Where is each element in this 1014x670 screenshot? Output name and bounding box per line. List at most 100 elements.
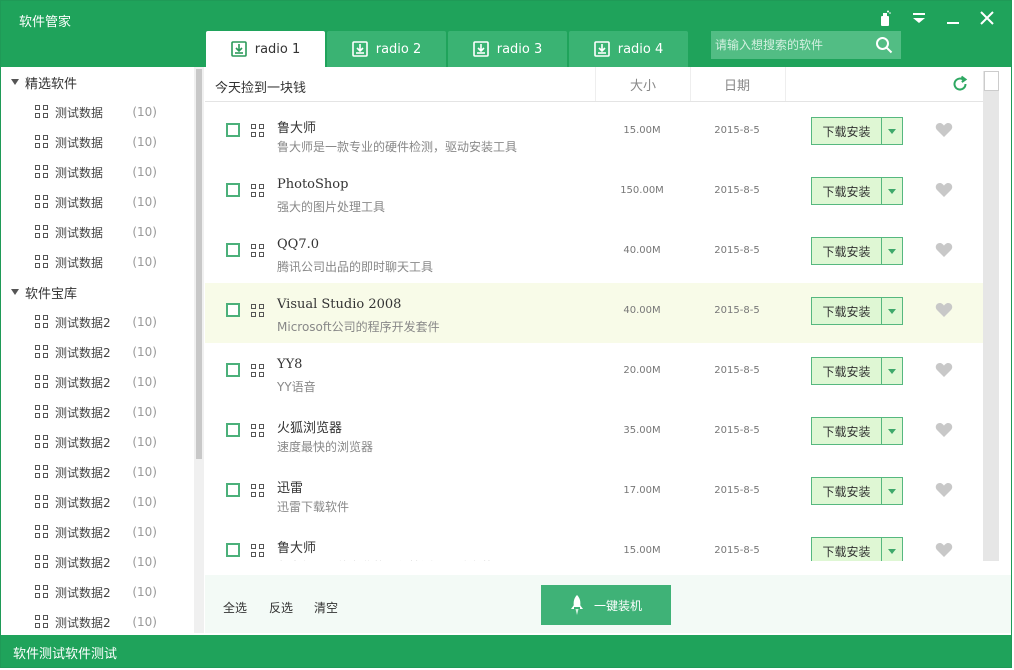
software-row[interactable]: PhotoShop 强大的图片处理工具 150.00M 2015-8-5 下载安装 [205,163,983,223]
favorite-heart-icon[interactable] [935,182,953,198]
main-panel: 今天捡到一块钱 大小 日期 鲁大师 鲁大师是一款专业的硬件检测，驱动安装工具 15.… [205,67,1011,633]
sidebar-item[interactable]: 测试数据 (10) [5,127,193,157]
row-checkbox[interactable] [226,243,240,257]
one-click-install-button[interactable]: 一键装机 [541,585,671,625]
download-install-button[interactable]: 下载安装 [811,537,903,561]
download-install-button[interactable]: 下载安装 [811,297,903,325]
software-size: 15.00M [623,125,661,136]
sidebar-item[interactable]: 测试数据2 (10) [5,457,193,487]
software-row[interactable]: 鲁大师鲁大师是一款专业的硬件检测，驱动安装工具 15.00M 2015-8-5 下载安… [205,103,983,163]
list-header: 今天捡到一块钱 大小 日期 [205,67,985,102]
app-grid-icon [35,375,49,389]
sidebar-item[interactable]: 测试数据 (10) [5,97,193,127]
row-checkbox[interactable] [226,123,240,137]
software-row[interactable]: QQ7.0 腾讯公司出品的即时聊天工具 40.00M 2015-8-5 下载安装 [205,223,983,283]
sidebar-item[interactable]: 测试数据2 (10) [5,307,193,337]
software-description: Microsoft公司的程序开发套件 [277,320,440,334]
row-checkbox[interactable] [226,183,240,197]
row-checkbox[interactable] [226,303,240,317]
sidebar-item[interactable]: 测试数据2 (10) [5,517,193,547]
software-name: QQ7.0 [277,237,319,252]
software-row[interactable]: YY8 YY语音 20.00M 2015-8-5 下载安装 [205,343,983,403]
scrollbar-thumb[interactable] [984,71,999,91]
column-size[interactable]: 大小 [595,67,691,101]
software-name: 鲁大师 [277,121,317,136]
sidebar-item[interactable]: 测试数据2 (10) [5,577,193,607]
favorite-heart-icon[interactable] [935,122,953,138]
favorite-heart-icon[interactable] [935,362,953,378]
favorite-heart-icon[interactable] [935,482,953,498]
close-button[interactable] [973,7,1001,29]
sidebar-item-count: (10) [132,135,157,149]
sidebar-item-count: (10) [132,315,157,329]
sidebar-scrollbar[interactable] [194,67,204,633]
software-row[interactable]: 火狐浏览器 速度最快的浏览器 35.00M 2015-8-5 下载安装 [205,403,983,463]
sidebar-section-featured[interactable]: 精选软件 [5,67,193,97]
software-row[interactable]: 迅雷 迅雷下载软件 17.00M 2015-8-5 下载安装 [205,463,983,523]
dropdown-arrow-icon[interactable] [882,418,902,444]
download-install-button[interactable]: 下载安装 [811,117,903,145]
search-icon[interactable] [875,36,893,54]
row-checkbox[interactable] [226,423,240,437]
tab-radio-4[interactable]: radio 4 [569,31,688,67]
favorite-heart-icon[interactable] [935,242,953,258]
dropdown-arrow-icon[interactable] [882,178,902,204]
menu-button[interactable] [905,7,933,29]
dropdown-arrow-icon[interactable] [882,538,902,561]
sidebar-section-library[interactable]: 软件宝库 [5,277,193,307]
menu-down-icon [913,13,925,23]
sidebar-item[interactable]: 测试数据2 (10) [5,487,193,517]
download-install-button[interactable]: 下载安装 [811,417,903,445]
scrollbar-thumb[interactable] [196,69,202,459]
sidebar-item[interactable]: 测试数据2 (10) [5,367,193,397]
tab-radio-1[interactable]: radio 1 [206,31,325,67]
favorite-heart-icon[interactable] [935,302,953,318]
invert-selection-link[interactable]: 反选 [269,599,293,616]
sidebar-item[interactable]: 测试数据2 (10) [5,547,193,577]
dropdown-arrow-icon[interactable] [882,298,902,324]
sidebar-item-label: 测试数据2 [55,315,111,330]
refresh-icon[interactable] [951,75,969,93]
row-checkbox[interactable] [226,543,240,557]
sidebar-item[interactable]: 测试数据2 (10) [5,607,193,633]
app-grid-icon [35,555,49,569]
download-install-button[interactable]: 下载安装 [811,477,903,505]
sidebar-item[interactable]: 测试数据 (10) [5,187,193,217]
sidebar-item[interactable]: 测试数据 (10) [5,247,193,277]
download-install-button[interactable]: 下载安装 [811,177,903,205]
dropdown-arrow-icon[interactable] [882,478,902,504]
sidebar-item[interactable]: 测试数据 (10) [5,217,193,247]
software-row[interactable]: 鲁大师鲁大师是一款专业的硬件检测，驱动安装工具 15.00M 2015-8-5 下载安… [205,523,983,561]
column-date[interactable]: 日期 [689,67,786,101]
tab-radio-3[interactable]: radio 3 [448,31,567,67]
sidebar-item[interactable]: 测试数据 (10) [5,157,193,187]
skin-button[interactable] [871,7,899,29]
sidebar-item-count: (10) [132,435,157,449]
dropdown-arrow-icon[interactable] [882,238,902,264]
tab-radio-2[interactable]: radio 2 [327,31,446,67]
app-grid-icon [35,405,49,419]
sidebar-item[interactable]: 测试数据2 (10) [5,337,193,367]
app-grid-icon [35,135,49,149]
favorite-heart-icon[interactable] [935,542,953,558]
title-bar: 软件管家 radio 1 radio 2 radio 3 radio 4 请输入… [1,1,1011,67]
search-input[interactable] [715,35,865,55]
sidebar-item-count: (10) [132,255,157,269]
download-install-button[interactable]: 下载安装 [811,237,903,265]
favorite-heart-icon[interactable] [935,422,953,438]
download-install-button[interactable]: 下载安装 [811,357,903,385]
row-checkbox[interactable] [226,363,240,377]
dropdown-arrow-icon[interactable] [882,118,902,144]
sidebar-item[interactable]: 测试数据2 (10) [5,397,193,427]
minimize-button[interactable] [939,7,967,29]
select-all-link[interactable]: 全选 [223,599,247,616]
dropdown-arrow-icon[interactable] [882,358,902,384]
row-checkbox[interactable] [226,483,240,497]
rocket-icon [570,595,583,615]
clear-selection-link[interactable]: 清空 [314,599,338,616]
sidebar-item-label: 测试数据2 [55,615,111,630]
software-row[interactable]: Visual Studio 2008 Microsoft公司的程序开发套件 40.0… [205,283,983,343]
app-grid-icon [35,615,49,629]
list-scrollbar[interactable] [983,71,999,561]
sidebar-item[interactable]: 测试数据2 (10) [5,427,193,457]
